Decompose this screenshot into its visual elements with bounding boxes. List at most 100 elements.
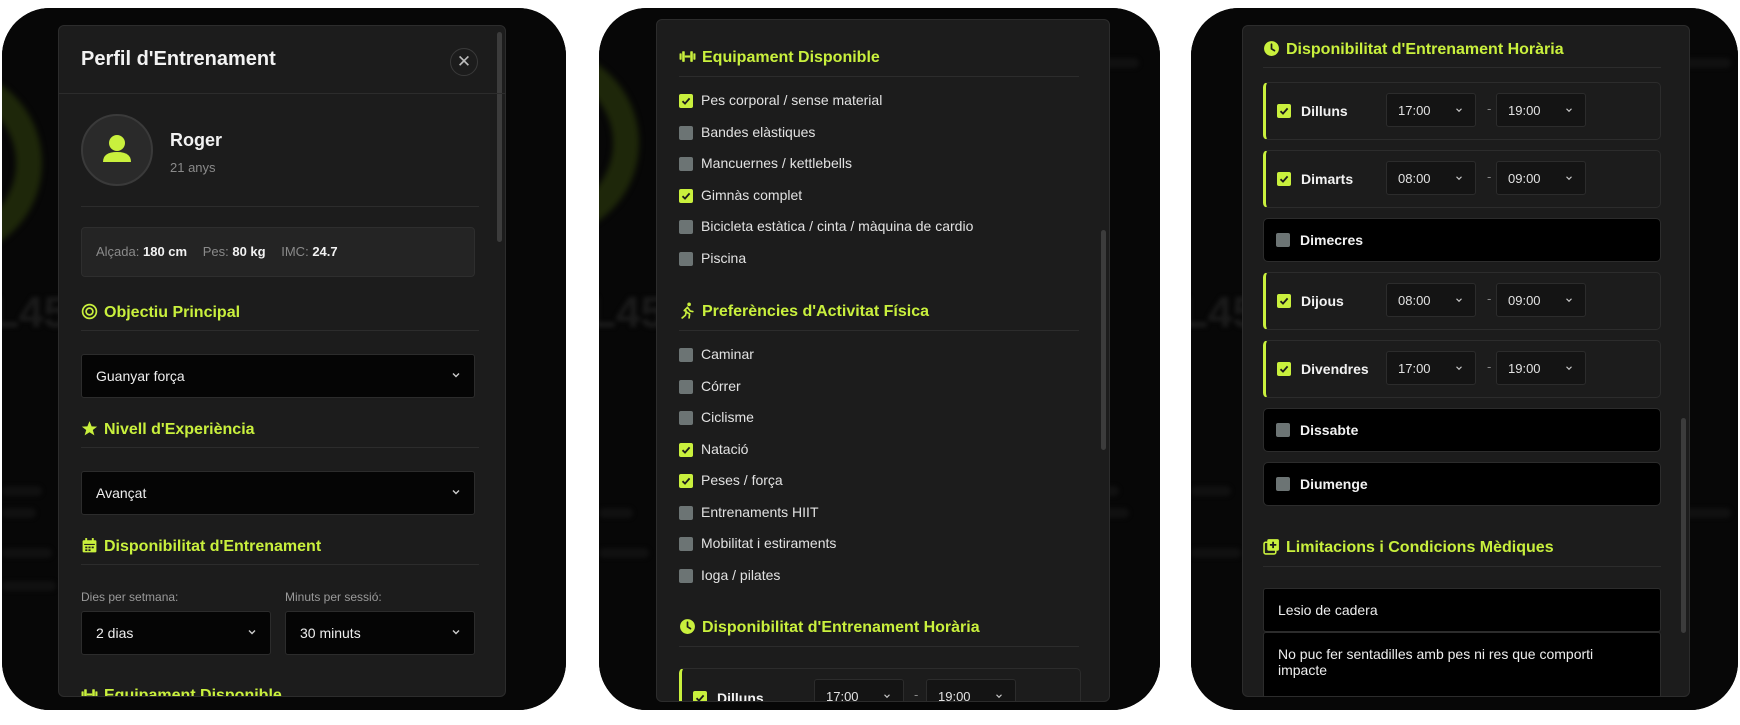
activity-label[interactable]: Ioga / pilates bbox=[701, 567, 780, 583]
equipment-label[interactable]: Mancuernes / kettlebells bbox=[701, 155, 852, 171]
activity-label[interactable]: Peses / força bbox=[701, 472, 783, 488]
day-checkbox[interactable] bbox=[1277, 104, 1291, 118]
calendar-icon bbox=[82, 538, 97, 553]
activity-checkbox[interactable] bbox=[679, 568, 693, 583]
start-time-select[interactable]: 08:00 bbox=[1386, 283, 1476, 317]
section-activities: Preferències d'Activitat Física bbox=[679, 302, 929, 321]
day-checkbox[interactable] bbox=[1277, 172, 1291, 186]
chevron-down-icon bbox=[1456, 108, 1462, 113]
running-icon bbox=[681, 302, 694, 319]
activity-label[interactable]: Córrer bbox=[701, 378, 741, 394]
height-value: 180 cm bbox=[143, 244, 188, 259]
day-name: Divendres bbox=[1301, 361, 1369, 377]
start-time-select[interactable]: 17:00 bbox=[1386, 351, 1476, 385]
equipment-label[interactable]: Bicicleta estàtica / cinta / màquina de … bbox=[701, 218, 973, 234]
section-medical: Limitacions i Condicions Mèdiques bbox=[1263, 538, 1554, 557]
day-checkbox[interactable] bbox=[1277, 294, 1291, 308]
experience-select[interactable]: Avançat bbox=[81, 471, 475, 515]
start-time-select[interactable]: 17:00 bbox=[1386, 93, 1476, 127]
chevron-down-icon bbox=[1456, 366, 1462, 371]
condition-input[interactable]: Lesio de cadera bbox=[1263, 588, 1661, 632]
day-checkbox[interactable] bbox=[1277, 362, 1291, 376]
equipment-checkbox[interactable] bbox=[679, 251, 693, 266]
activity-checkbox[interactable] bbox=[679, 537, 693, 551]
day-checkbox[interactable] bbox=[693, 691, 707, 701]
section-schedule: Disponibilitat d'Entrenament Horària bbox=[1263, 40, 1564, 59]
chevron-down-icon bbox=[1566, 176, 1572, 181]
day-checkbox[interactable] bbox=[1276, 423, 1290, 437]
end-time-select[interactable]: 09:00 bbox=[1496, 161, 1586, 195]
minutes-select[interactable]: 30 minuts bbox=[285, 611, 475, 655]
start-time-select[interactable]: 17:00 bbox=[814, 679, 904, 701]
section-equipment: Equipament Disponible bbox=[679, 48, 880, 67]
equipment-label[interactable]: Bandes elàstiques bbox=[701, 124, 815, 140]
activity-checkbox[interactable] bbox=[679, 474, 693, 488]
equipment-label[interactable]: Pes corporal / sense material bbox=[701, 92, 882, 108]
activity-checkbox[interactable] bbox=[679, 348, 693, 362]
weight-label: Pes: bbox=[202, 244, 229, 259]
objective-select[interactable]: Guanyar força bbox=[81, 354, 475, 398]
dumbbell-icon bbox=[81, 689, 98, 696]
minutes-label: Minuts per sessió: bbox=[285, 590, 382, 604]
day-row[interactable]: Dissabte bbox=[1263, 408, 1661, 452]
close-icon[interactable]: ✕ bbox=[450, 48, 478, 76]
chevron-down-icon bbox=[1456, 298, 1462, 303]
activity-label[interactable]: Mobilitat i estiraments bbox=[701, 535, 836, 551]
user-name: Roger bbox=[170, 130, 223, 150]
activity-label[interactable]: Ciclisme bbox=[701, 409, 754, 425]
modal-header: Perfil d'Entrenament ✕ bbox=[59, 26, 505, 94]
time-separator: - bbox=[1487, 101, 1492, 116]
day-row-dilluns[interactable]: Dilluns 17:00 - 19:00 bbox=[679, 668, 1081, 702]
equipment-checkbox[interactable] bbox=[679, 188, 693, 203]
day-row[interactable]: Dimarts 08:00-09:00 bbox=[1263, 150, 1661, 208]
screen-schedule: L451 Disponibilitat d'Entrenament Horàri… bbox=[1191, 8, 1738, 710]
equipment-checkbox[interactable] bbox=[679, 125, 693, 140]
clock-icon bbox=[1264, 41, 1279, 56]
notes-textarea[interactable]: No puc fer sentadilles amb pes ni res qu… bbox=[1263, 632, 1661, 696]
star-icon bbox=[81, 421, 98, 436]
activity-label[interactable]: Entrenaments HIIT bbox=[701, 504, 819, 520]
chevron-down-icon bbox=[1566, 298, 1572, 303]
schedule-modal: Disponibilitat d'Entrenament Horària Dil… bbox=[1242, 25, 1690, 697]
end-time-select[interactable]: 19:00 bbox=[926, 679, 1016, 701]
day-name: Diumenge bbox=[1300, 476, 1368, 492]
day-row[interactable]: Divendres 17:00-19:00 bbox=[1263, 340, 1661, 398]
day-row[interactable]: Dimecres bbox=[1263, 218, 1661, 262]
activity-label[interactable]: Natació bbox=[701, 441, 748, 457]
days-label: Dies per setmana: bbox=[81, 590, 179, 604]
medical-icon bbox=[1263, 539, 1279, 555]
height-label: Alçada: bbox=[96, 244, 140, 259]
time-separator: - bbox=[1487, 291, 1492, 306]
screen-equipment: L45 Equipament Disponible Pes corporal /… bbox=[599, 8, 1160, 710]
end-time-select[interactable]: 19:00 bbox=[1496, 351, 1586, 385]
bmi-label: IMC: bbox=[281, 244, 309, 259]
equipment-checkbox[interactable] bbox=[679, 157, 693, 171]
day-row[interactable]: Dilluns 17:00-19:00 bbox=[1263, 82, 1661, 140]
activity-checkbox[interactable] bbox=[679, 411, 693, 425]
activity-checkbox[interactable] bbox=[679, 442, 693, 457]
day-row[interactable]: Dijous 08:00-09:00 bbox=[1263, 272, 1661, 330]
days-select[interactable]: 2 dias bbox=[81, 611, 271, 655]
day-row[interactable]: Diumenge bbox=[1263, 462, 1661, 506]
time-separator: - bbox=[914, 687, 919, 702]
time-separator: - bbox=[1487, 359, 1492, 374]
target-icon bbox=[81, 303, 98, 320]
equipment-checkbox[interactable] bbox=[679, 94, 693, 108]
day-checkbox[interactable] bbox=[1276, 233, 1290, 247]
scrollbar[interactable] bbox=[1101, 230, 1106, 450]
equipment-label[interactable]: Gimnàs complet bbox=[701, 187, 802, 203]
equipment-checkbox[interactable] bbox=[679, 220, 693, 234]
scrollbar[interactable] bbox=[1681, 418, 1686, 633]
equipment-label[interactable]: Piscina bbox=[701, 250, 746, 266]
chevron-down-icon bbox=[452, 373, 460, 378]
avatar bbox=[81, 114, 153, 186]
activity-label[interactable]: Caminar bbox=[701, 346, 754, 362]
start-time-select[interactable]: 08:00 bbox=[1386, 161, 1476, 195]
day-checkbox[interactable] bbox=[1276, 477, 1290, 491]
end-time-select[interactable]: 09:00 bbox=[1496, 283, 1586, 317]
time-separator: - bbox=[1487, 169, 1492, 184]
chevron-down-icon bbox=[1566, 108, 1572, 113]
activity-checkbox[interactable] bbox=[679, 379, 693, 394]
end-time-select[interactable]: 19:00 bbox=[1496, 93, 1586, 127]
activity-checkbox[interactable] bbox=[679, 505, 693, 520]
